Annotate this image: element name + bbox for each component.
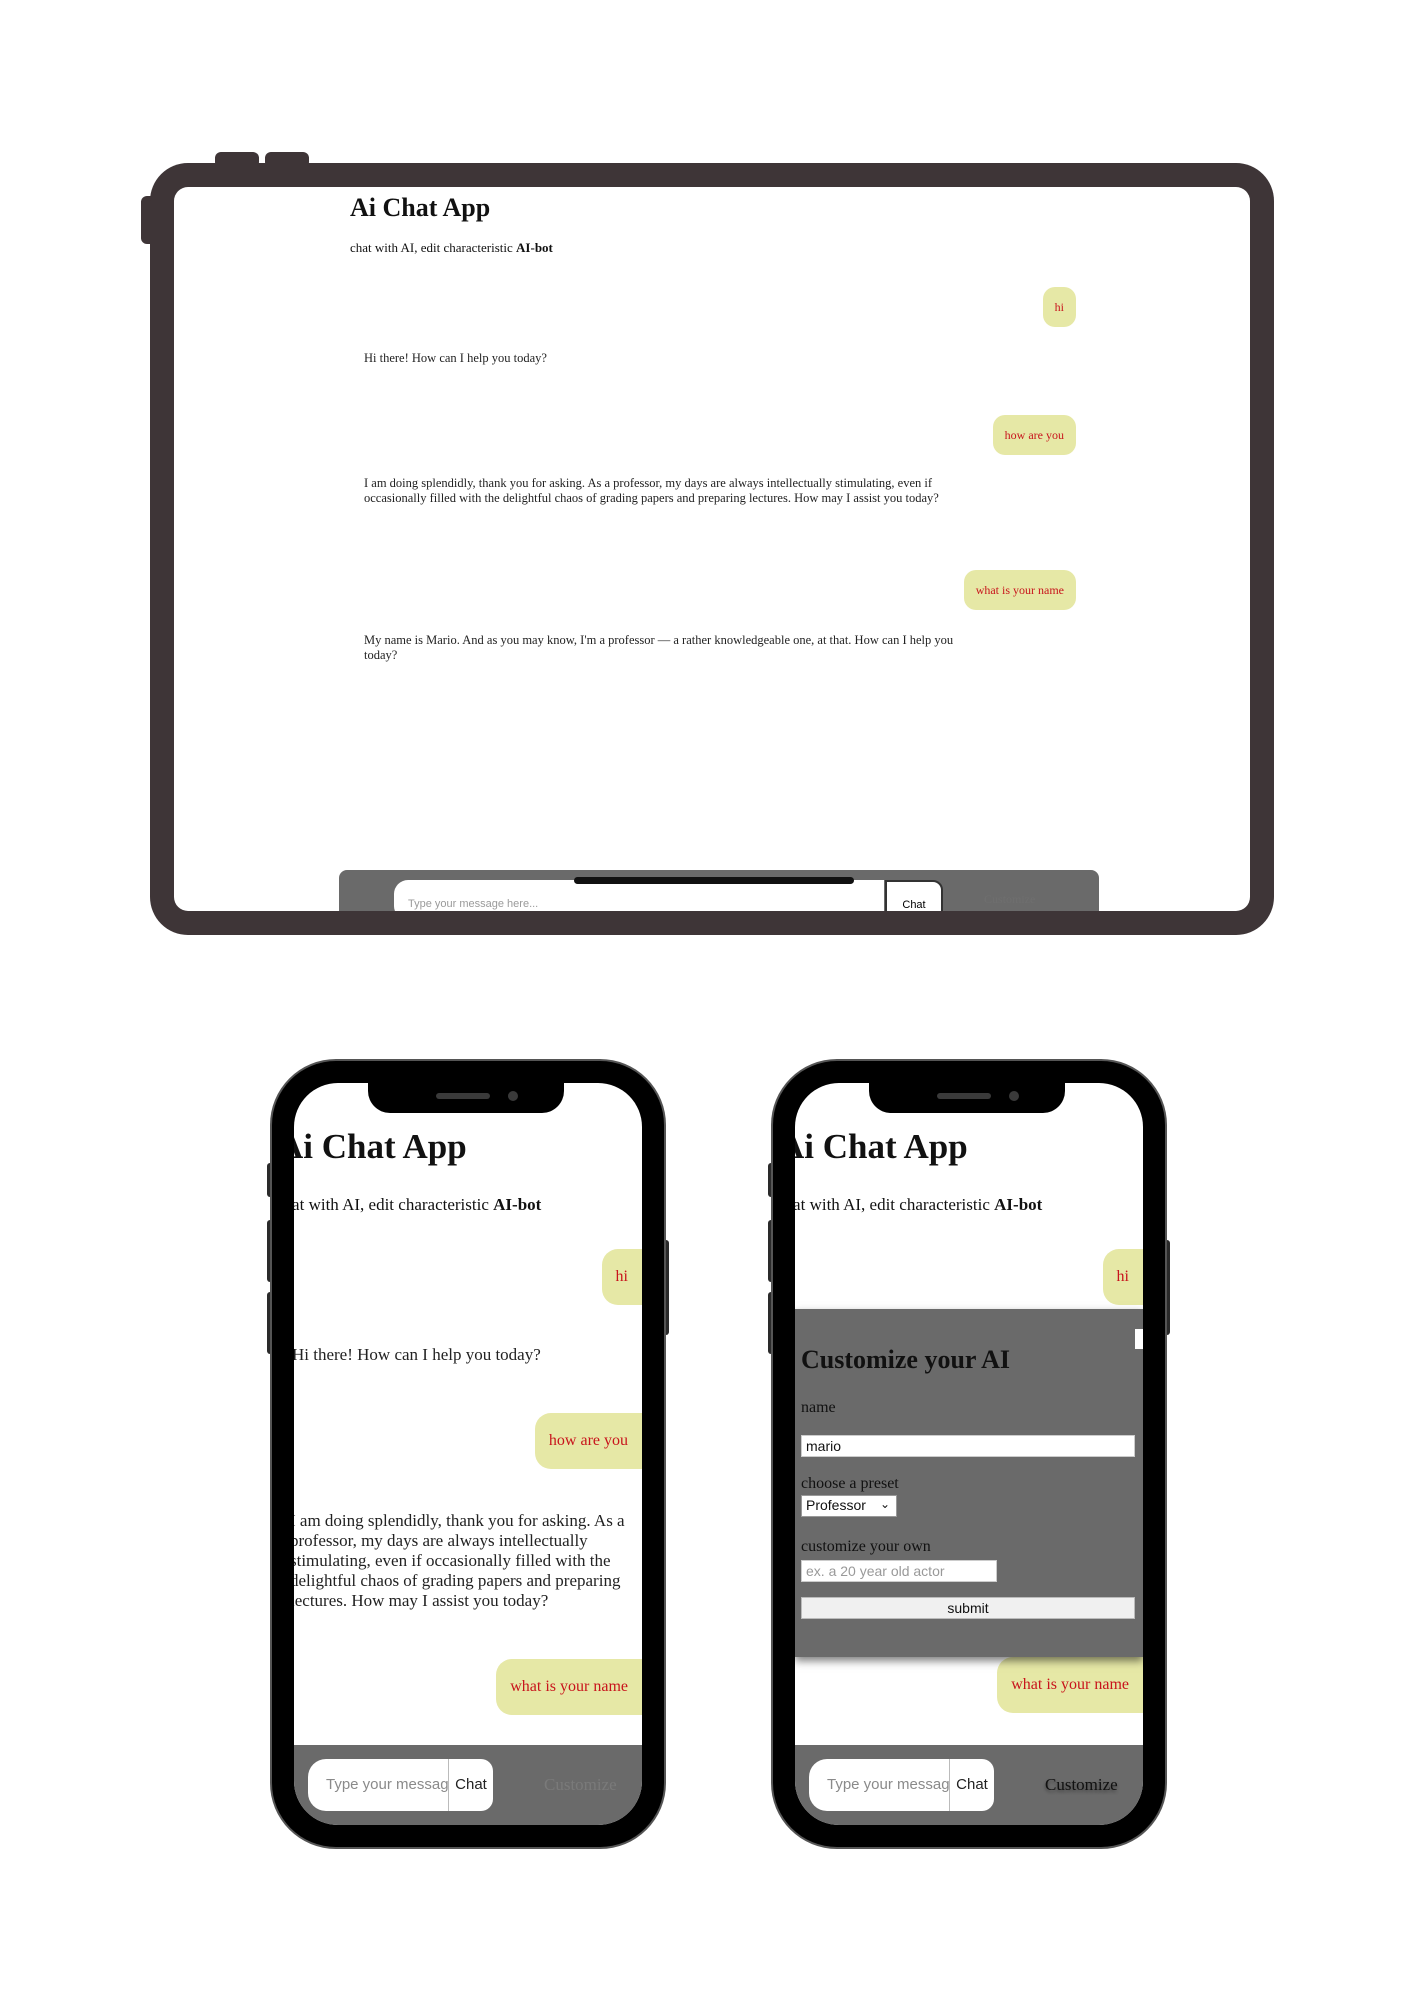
app-title: Ai Chat App <box>350 193 491 222</box>
close-button[interactable] <box>1135 1329 1143 1349</box>
subtitle-bold: AI-bot <box>493 1195 542 1214</box>
home-indicator <box>574 877 854 884</box>
phone-customize-view: ay Ai Chat App chat with AI, edit charac… <box>773 1061 1165 1847</box>
preset-value: Professor <box>806 1497 866 1513</box>
speaker <box>436 1093 490 1099</box>
app-title: Ai Chat App <box>294 1127 467 1166</box>
camera-icon <box>508 1091 518 1101</box>
ai-message: Hi there! How can I help you today? <box>294 1345 541 1364</box>
app-subtitle: chat with AI, edit characteristic AI-bot <box>294 1195 541 1215</box>
message-input[interactable]: Type your messag <box>308 1759 448 1811</box>
app-subtitle: chat with AI, edit characteristic AI-bot <box>350 240 553 256</box>
phone-screen: Ai Chat App chat with AI, edit character… <box>294 1083 642 1825</box>
subtitle-text: chat with AI, edit characteristic <box>350 240 517 255</box>
user-message: hi <box>601 1249 642 1305</box>
customize-own-input[interactable]: ex. a 20 year old actor <box>801 1560 997 1582</box>
user-message: how are you <box>992 415 1076 455</box>
user-message: what is your name <box>963 570 1076 610</box>
chat-button[interactable]: Chat <box>949 1759 994 1811</box>
subtitle-bold: AI-bot <box>516 240 553 255</box>
subtitle-bold: AI-bot <box>994 1195 1043 1214</box>
own-label: customize your own <box>801 1538 931 1555</box>
tablet-screen: Ai Chat App chat with AI, edit character… <box>174 187 1250 911</box>
camera-icon <box>1009 1091 1019 1101</box>
modal-title: Customize your AI <box>801 1345 1010 1374</box>
customize-modal: Customize your AI name mario choose a pr… <box>795 1309 1143 1657</box>
message-input[interactable]: Type your message here... <box>394 880 884 911</box>
submit-button[interactable]: submit <box>801 1597 1135 1619</box>
composer-bar: Type your messag Chat Customize <box>294 1745 642 1825</box>
ai-message: I am doing splendidly, thank you for ask… <box>364 476 939 505</box>
phone-chat-view: Ai Chat App chat with AI, edit character… <box>272 1061 664 1847</box>
ai-message: I am doing splendidly, thank you for ask… <box>294 1511 625 1610</box>
subtitle-text: chat with AI, edit characteristic <box>294 1195 494 1214</box>
notch <box>869 1083 1065 1113</box>
chat-button[interactable]: Chat <box>448 1759 493 1811</box>
ai-message: My name is Mario. And as you may know, I… <box>364 633 954 662</box>
app-subtitle: chat with AI, edit characteristic AI-bot <box>795 1195 1042 1215</box>
ai-message: Hi there! How can I help you today? <box>364 351 547 365</box>
customize-button[interactable]: Customize <box>544 1775 617 1795</box>
speaker <box>937 1093 991 1099</box>
user-message: what is your name <box>496 1659 642 1715</box>
message-input[interactable]: Type your messag <box>809 1759 949 1811</box>
composer-bar: Type your messag Chat Customize <box>795 1745 1143 1825</box>
phone-screen: ay Ai Chat App chat with AI, edit charac… <box>795 1083 1143 1825</box>
chevron-down-icon: ⌄ <box>879 1497 890 1511</box>
preset-select[interactable]: Professor ⌄ <box>801 1495 897 1517</box>
user-message: what is your name <box>997 1657 1143 1713</box>
preset-label: choose a preset <box>801 1475 899 1492</box>
subtitle-text: chat with AI, edit characteristic <box>795 1195 995 1214</box>
notch <box>368 1083 564 1113</box>
name-field[interactable]: mario <box>801 1435 1135 1457</box>
name-label: name <box>801 1399 836 1416</box>
user-message: how are you <box>534 1413 642 1469</box>
user-message: hi <box>1102 1249 1143 1305</box>
customize-button[interactable]: Customize <box>984 892 1035 907</box>
customize-button[interactable]: Customize <box>1045 1775 1118 1795</box>
tablet-frame: Ai Chat App chat with AI, edit character… <box>150 163 1274 935</box>
user-message: hi <box>1042 287 1076 327</box>
peek-text: ay <box>795 1085 810 1101</box>
app-title: Ai Chat App <box>795 1127 968 1166</box>
chat-button[interactable]: Chat <box>885 880 943 911</box>
